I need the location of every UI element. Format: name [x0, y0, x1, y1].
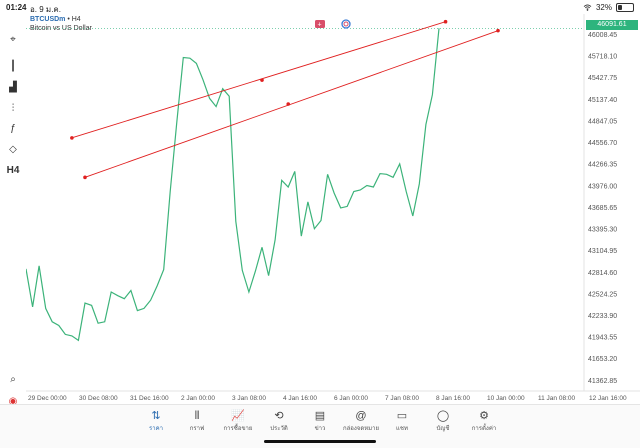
wifi-icon — [583, 4, 592, 11]
battery-percent: 32% — [596, 3, 612, 12]
y-tick-label: 46008.45 — [588, 32, 617, 39]
y-tick-label: 43395.30 — [588, 227, 617, 234]
tab-label: บัญชี — [437, 426, 450, 432]
tab-label: ราคา — [149, 426, 163, 432]
channel-anchor-point — [70, 136, 74, 140]
status-bar: 01:24 อ. 9 ม.ค. 32% — [0, 0, 640, 14]
y-tick-label: 42524.25 — [588, 291, 617, 298]
zoom-icon[interactable]: ⌕ — [5, 371, 21, 387]
channel-anchor-point — [260, 78, 264, 82]
tab-label: กราฟ — [190, 426, 204, 432]
x-tick-label: 31 Dec 16:00 — [130, 395, 169, 402]
function-icon[interactable]: ƒ — [5, 120, 21, 136]
channel-anchor-point — [83, 176, 87, 180]
tab-news[interactable]: ▤ ข่าว — [300, 409, 340, 433]
mailbox-icon: @ — [341, 409, 381, 423]
candles-icon[interactable]: ┃ — [5, 58, 21, 74]
home-indicator — [264, 440, 376, 443]
shapes-icon[interactable]: ◇ — [5, 141, 21, 157]
left-toolbar: ⌖┃▟⫶ƒ◇H4⌕◉ — [0, 14, 26, 404]
tab-history[interactable]: ⟲ ประวัติ — [259, 409, 299, 433]
x-tick-label: 10 Jan 00:00 — [487, 395, 525, 402]
battery-icon — [616, 3, 634, 12]
quotes-icon: ⇅ — [136, 409, 176, 423]
current-price-label: 46091.61 — [586, 20, 638, 30]
channel-line-1 — [72, 22, 446, 138]
x-tick-label: 30 Dec 08:00 — [79, 395, 118, 402]
tab-label: แชท — [396, 426, 408, 432]
channel-line-2 — [85, 31, 498, 178]
account-icon: ◯ — [423, 409, 463, 423]
chart-icon: ⫴ — [177, 409, 217, 423]
tab-label: ข่าว — [315, 426, 326, 432]
x-tick-label: 11 Jan 08:00 — [538, 395, 575, 402]
x-tick-label: 4 Jan 16:00 — [283, 395, 317, 402]
tune-icon[interactable]: ⫶ — [5, 100, 21, 116]
x-tick-label: 3 Jan 08:00 — [232, 395, 266, 402]
y-tick-label: 43976.00 — [588, 183, 617, 190]
x-tick-label: 6 Jan 00:00 — [334, 395, 368, 402]
y-tick-label: 42814.60 — [588, 270, 617, 277]
x-tick-label: 12 Jan 16:00 — [589, 395, 627, 402]
settings-icon: ⚙ — [464, 409, 504, 423]
status-right: 32% — [583, 3, 634, 12]
x-tick-label: 2 Jan 00:00 — [181, 395, 215, 402]
y-tick-label: 42233.90 — [588, 313, 617, 320]
y-tick-label: 44847.05 — [588, 118, 617, 125]
tab-account[interactable]: ◯ บัญชี — [423, 409, 463, 433]
chat-icon: ▭ — [382, 409, 422, 423]
x-tick-label: 8 Jan 16:00 — [436, 395, 470, 402]
crosshair-icon[interactable]: ⌖ — [5, 31, 21, 47]
history-icon: ⟲ — [259, 409, 299, 423]
sell-marker-glyph: + — [318, 22, 322, 29]
tab-label: ประวัติ — [270, 426, 288, 432]
tab-chat[interactable]: ▭ แชท — [382, 409, 422, 433]
tab-quotes[interactable]: ⇅ ราคา — [136, 409, 176, 433]
y-tick-label: 43685.65 — [588, 205, 617, 212]
channel-anchor-point — [496, 29, 500, 33]
channel-anchor-point — [286, 102, 290, 106]
trade-icon: 📈 — [218, 409, 258, 423]
tab-label: การตั้งค่า — [472, 426, 496, 432]
y-tick-label: 45718.10 — [588, 54, 617, 61]
y-tick-label: 41943.55 — [588, 335, 617, 342]
tab-label: การซื้อขาย — [224, 426, 253, 432]
timeframe-button[interactable]: H4 — [5, 162, 21, 178]
y-tick-label: 45427.75 — [588, 75, 617, 82]
y-tick-label: 41362.85 — [588, 378, 617, 385]
channel-anchor-point — [444, 20, 448, 24]
buy-marker-icon — [342, 20, 350, 28]
price-series-line — [26, 28, 439, 340]
tab-trade[interactable]: 📈 การซื้อขาย — [218, 409, 258, 433]
news-icon: ▤ — [300, 409, 340, 423]
tab-chart[interactable]: ⫴ กราฟ — [177, 409, 217, 433]
buy-marker-inner — [344, 22, 348, 26]
y-tick-label: 43104.95 — [588, 248, 617, 255]
x-tick-label: 29 Dec 00:00 — [28, 395, 67, 402]
x-tick-label: 7 Jan 08:00 — [385, 395, 419, 402]
price-chart[interactable]: 46008.45 45718.10 45427.75 45137.40 44847.05… — [26, 14, 640, 404]
clock: 01:24 — [6, 3, 26, 12]
tab-label: กล่องจดหมาย — [343, 426, 379, 432]
y-tick-label: 44266.35 — [588, 162, 617, 169]
tab-settings[interactable]: ⚙ การตั้งค่า — [464, 409, 504, 433]
y-tick-label: 45137.40 — [588, 97, 617, 104]
y-tick-label: 41653.20 — [588, 356, 617, 363]
y-tick-label: 44556.70 — [588, 140, 617, 147]
indicators-icon[interactable]: ▟ — [5, 79, 21, 95]
tab-mailbox[interactable]: @ กล่องจดหมาย — [341, 409, 381, 433]
